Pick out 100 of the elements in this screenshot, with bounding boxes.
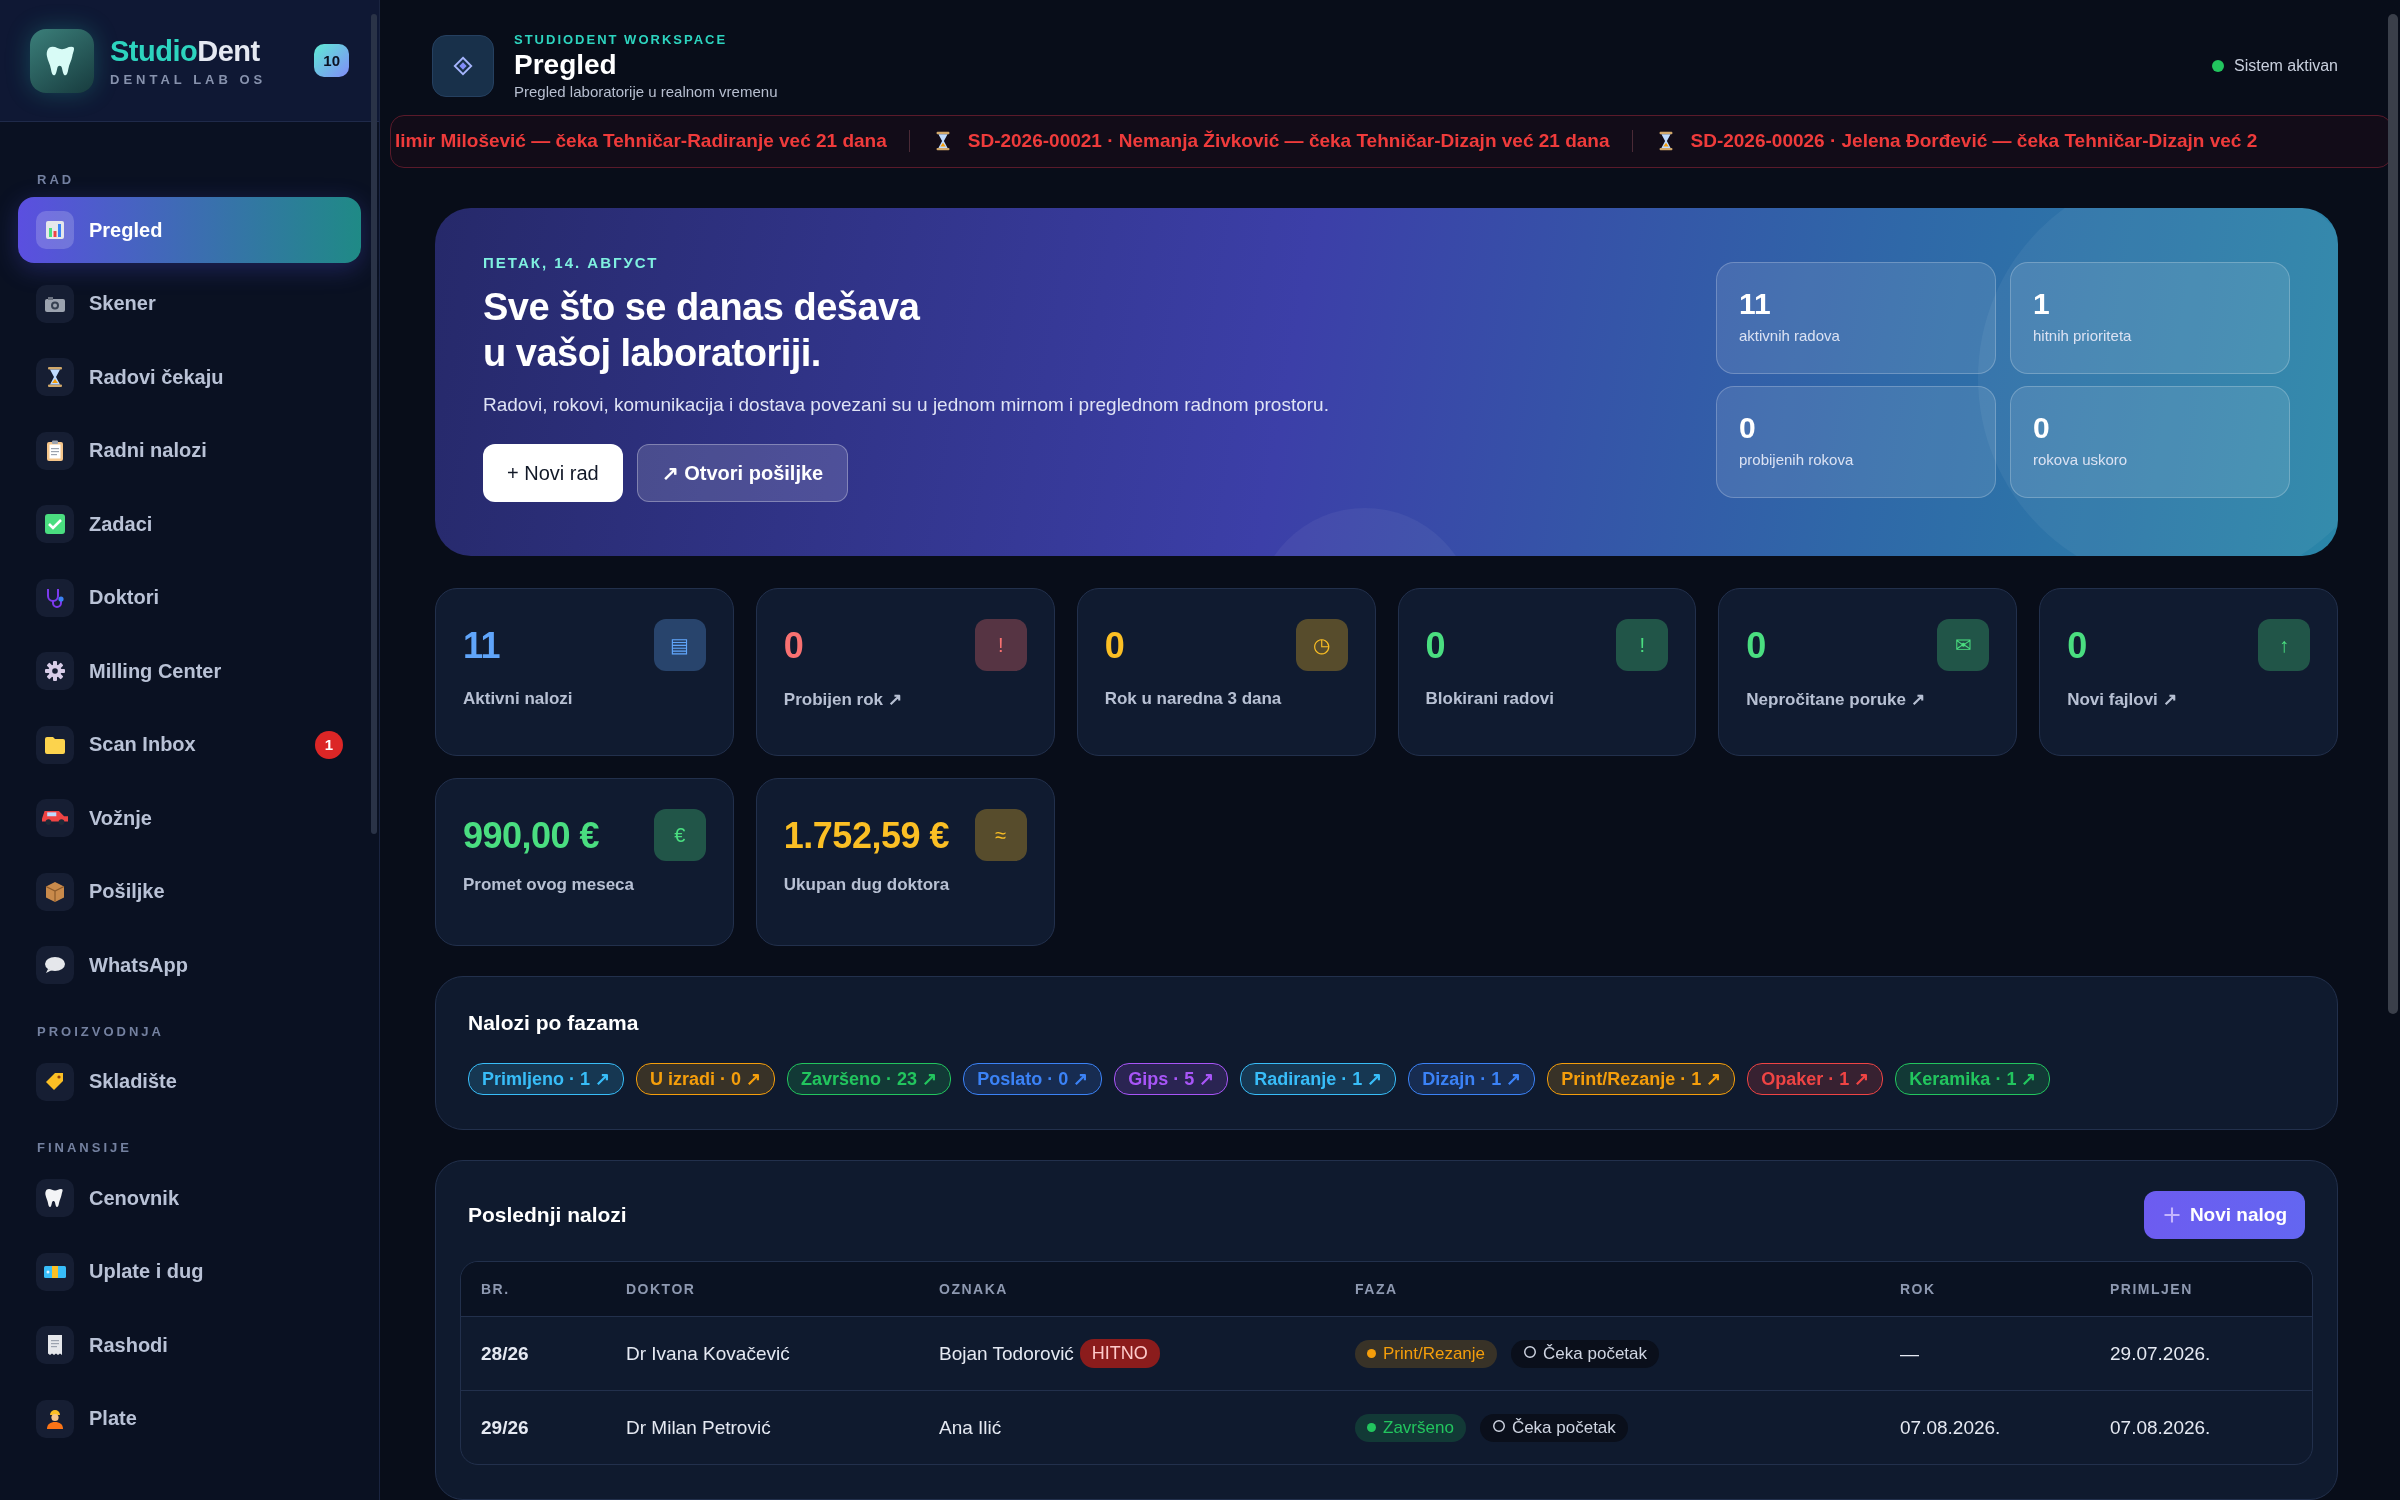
nav-item[interactable]: Plate bbox=[18, 1385, 361, 1452]
scrollbar[interactable] bbox=[371, 14, 377, 834]
phase-chip[interactable]: Radiranje · 1 ↗ bbox=[1240, 1063, 1397, 1095]
stat-icon: ≈ bbox=[974, 809, 1027, 861]
phase-chip[interactable]: Keramika · 1 ↗ bbox=[1895, 1063, 2051, 1095]
phase-chip[interactable]: Poslato · 0 ↗ bbox=[963, 1063, 1103, 1095]
nav-section-label: RAD bbox=[36, 172, 76, 189]
stat-icon: ◷ bbox=[1295, 619, 1348, 671]
nav-item[interactable]: Pregled bbox=[18, 197, 361, 263]
stat-card[interactable]: 0 ! Blokirani radovi bbox=[1397, 588, 1697, 756]
nav-item[interactable]: Uplate i dug bbox=[18, 1238, 361, 1305]
page-title: Pregled bbox=[514, 49, 618, 82]
nav-label: Radni nalozi bbox=[89, 439, 208, 462]
package-icon bbox=[43, 879, 67, 904]
new-work-button[interactable]: + Novi rad bbox=[483, 444, 623, 503]
open-shipments-button[interactable]: ↗ Otvori pošiljke bbox=[636, 444, 849, 503]
nav-item[interactable]: Radni nalozi bbox=[18, 417, 361, 484]
phase-chip[interactable]: Dizajn · 1 ↗ bbox=[1408, 1063, 1536, 1095]
status-label: Sistem aktivan bbox=[2233, 57, 2338, 76]
nav-label: Vožnje bbox=[89, 806, 153, 830]
new-order-button[interactable]: Novi nalog bbox=[2143, 1191, 2305, 1239]
table-cell-text: 07.08.2026. bbox=[2110, 1416, 2212, 1439]
date-label: ПЕТАК, 14. АВГУСТ bbox=[483, 254, 660, 271]
nav-label: Skladište bbox=[89, 1070, 178, 1093]
stat-label: Ukupan dug doktora bbox=[783, 875, 951, 895]
stat-value: 0 bbox=[783, 625, 804, 667]
hero-heading: Sve što se danas dešava u vašoj laboratoriji. bbox=[483, 285, 921, 376]
stat-card[interactable]: 0 ◷ Rok u naredna 3 dana bbox=[1076, 588, 1376, 756]
phase-chip[interactable]: Print/Rezanje · 1 ↗ bbox=[1547, 1063, 1736, 1095]
stat-card[interactable]: 0 ! Probijen rok ↗ bbox=[755, 588, 1055, 756]
stat-card[interactable]: 990,00 € € Promet ovog meseca bbox=[435, 778, 734, 946]
nav-section-label: FINANSIJE bbox=[36, 1140, 133, 1157]
tooth-logo-icon bbox=[30, 28, 94, 93]
nav-item[interactable]: Rashodi bbox=[18, 1312, 361, 1378]
column-header: BR. bbox=[481, 1281, 511, 1297]
nav-label: Zadaci bbox=[89, 512, 154, 536]
column-header: FAZA bbox=[1355, 1281, 1399, 1297]
stat-label: Probijen rok ↗ bbox=[783, 689, 903, 710]
phase-chip[interactable]: U izradi · 0 ↗ bbox=[636, 1063, 776, 1095]
stat-value: 0 bbox=[2067, 625, 2087, 667]
scrollbar[interactable] bbox=[2388, 14, 2398, 1014]
status-label: Čeka početak bbox=[1543, 1343, 1647, 1363]
stat-card[interactable]: 0 ✉ Nepročitane poruke ↗ bbox=[1718, 588, 2018, 756]
tile-value: 0 bbox=[2033, 411, 2050, 445]
phase-chip[interactable]: Opaker · 1 ↗ bbox=[1747, 1063, 1884, 1095]
stat-label: Novi fajlovi ↗ bbox=[2067, 689, 2178, 710]
nav-section-label: PROIZVODNJA bbox=[36, 1023, 165, 1041]
status-label: Čeka početak bbox=[1511, 1417, 1616, 1437]
page-subtitle: Pregled laboratorije u realnom vremenu bbox=[514, 83, 779, 101]
table-cell-text: 07.08.2026. bbox=[1900, 1416, 2002, 1439]
table-cell-text: — bbox=[1900, 1342, 1920, 1365]
tile-value: 0 bbox=[1739, 411, 1756, 445]
panel-title: Poslednji nalozi bbox=[468, 1203, 627, 1227]
workspace-label: STUDIODENT WORKSPACE bbox=[514, 32, 729, 48]
nav-item[interactable]: Zadaci bbox=[18, 491, 361, 557]
nav-item[interactable]: Vožnje bbox=[18, 785, 361, 851]
stat-icon: ▤ bbox=[653, 619, 706, 671]
nav-item[interactable]: Pošiljke bbox=[18, 858, 361, 925]
nav-item[interactable]: WhatsApp bbox=[18, 932, 361, 998]
tile-value: 1 bbox=[2033, 287, 2050, 321]
nav-item[interactable]: Doktori bbox=[18, 564, 361, 631]
nav-item[interactable]: Radovi čekaju bbox=[18, 344, 361, 410]
tile-value: 11 bbox=[1739, 287, 1771, 321]
panel-title: Nalozi po fazama bbox=[468, 1011, 640, 1035]
nav-label: Uplate i dug bbox=[89, 1260, 205, 1283]
nav-label: Rashodi bbox=[89, 1333, 169, 1357]
stat-card[interactable]: 1.752,59 € ≈ Ukupan dug doktora bbox=[755, 778, 1055, 946]
alert-text: limir Milošević — čeka Tehničar-Radiranje već 21 dana bbox=[395, 130, 887, 153]
stat-card[interactable]: 0 ↑ Novi fajlovi ↗ bbox=[2039, 588, 2338, 756]
nav-item[interactable]: Skladište bbox=[18, 1048, 361, 1115]
phase-chip[interactable]: Primljeno · 1 ↗ bbox=[468, 1063, 625, 1095]
checkbox-icon bbox=[43, 512, 67, 536]
column-header: PRIMLJEN bbox=[2110, 1281, 2194, 1297]
nav-label: Scan Inbox bbox=[89, 733, 197, 756]
phase-label: Print/Rezanje bbox=[1383, 1343, 1486, 1364]
brand-name: StudioDent bbox=[110, 34, 261, 68]
stat-icon: € bbox=[653, 809, 706, 861]
nav-label: Doktori bbox=[89, 586, 160, 609]
nav-item[interactable]: Skener bbox=[18, 270, 361, 337]
tile-label: rokova uskoro bbox=[2033, 451, 2128, 468]
nav-label: Milling Center bbox=[89, 659, 223, 683]
phase-chip[interactable]: Gips · 5 ↗ bbox=[1114, 1063, 1229, 1095]
brand-subtitle: DENTAL LAB OS bbox=[110, 71, 268, 87]
nav-label: Cenovnik bbox=[89, 1186, 181, 1210]
column-header: DOKTOR bbox=[626, 1281, 697, 1297]
table-cell: Ana Ilić bbox=[939, 1416, 1002, 1439]
tile-label: aktivnih radova bbox=[1739, 327, 1840, 344]
alert-text: SD-2026-00021 · Nemanja Živković — čeka Tehničar-Dizajn već 21 dana bbox=[967, 130, 1610, 153]
nav-label: Pošiljke bbox=[89, 880, 166, 903]
stat-icon: ↑ bbox=[2258, 619, 2310, 671]
stat-label: Rok u naredna 3 dana bbox=[1104, 689, 1283, 709]
phase-chip[interactable]: Završeno · 23 ↗ bbox=[787, 1063, 952, 1095]
count-badge: 10 bbox=[314, 44, 349, 77]
nav-item[interactable]: Cenovnik bbox=[18, 1165, 361, 1231]
gear-icon bbox=[43, 659, 67, 683]
stat-card[interactable]: 11 ▤ Aktivni nalozi bbox=[435, 588, 734, 756]
urgent-badge: HITNO bbox=[1079, 1339, 1160, 1368]
nav-item[interactable]: Milling Center bbox=[18, 638, 361, 704]
phase-label: Završeno bbox=[1383, 1417, 1454, 1438]
nav-item[interactable]: Scan Inbox 1 bbox=[18, 711, 361, 778]
